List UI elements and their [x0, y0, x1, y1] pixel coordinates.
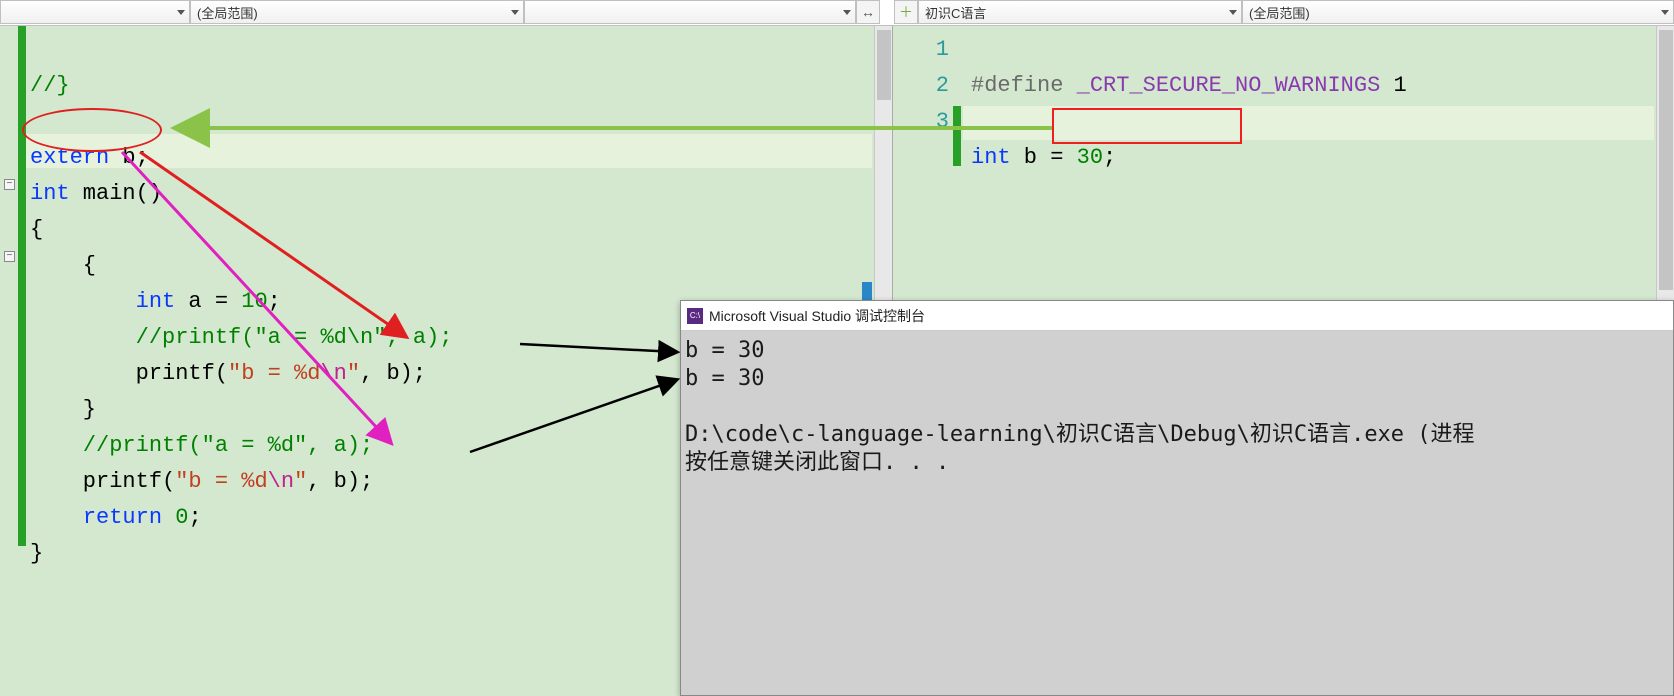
directive: #define: [971, 73, 1077, 98]
indicator-margin: [0, 26, 18, 696]
toolbar: (全局范围) ↔ ＋ 初识C语言 (全局范围): [0, 0, 1674, 26]
line-numbers: 1 2 3: [893, 32, 949, 140]
comment: //printf("a = %d\n", a);: [136, 325, 453, 350]
code-text: [30, 325, 136, 350]
chevron-down-icon: [511, 10, 519, 15]
line-number: 1: [936, 37, 949, 62]
code-text: main(): [70, 181, 162, 206]
code-line: {: [30, 217, 43, 242]
string: "b = %d: [228, 361, 320, 386]
number: 10: [241, 289, 267, 314]
scope-dropdown-1[interactable]: [0, 0, 190, 24]
keyword: int: [136, 289, 176, 314]
dropdown-label: (全局范围): [197, 3, 258, 22]
code-text: ;: [1103, 145, 1116, 170]
code-text: b;: [109, 145, 149, 170]
code-text: [30, 289, 136, 314]
line-number: 2: [936, 73, 949, 98]
split-editor-icon[interactable]: ↔: [856, 0, 880, 24]
scope-dropdown-2[interactable]: (全局范围): [190, 0, 524, 24]
code-text: ;: [268, 289, 281, 314]
console-line: 按任意键关闭此窗口. . .: [685, 450, 949, 475]
escape: \n: [320, 361, 346, 386]
fold-toggle-icon[interactable]: −: [4, 179, 15, 190]
console-line: D:\code\c-language-learning\初识C语言\Debug\…: [685, 422, 1475, 447]
scrollbar-thumb[interactable]: [877, 30, 891, 100]
code-content: //} extern b; int main() { { int a = 10;…: [30, 32, 452, 608]
dropdown-label: 初识C语言: [925, 3, 986, 22]
code-text: b =: [1011, 145, 1077, 170]
code-line: //}: [30, 73, 70, 98]
code-text: a =: [175, 289, 241, 314]
project-dropdown[interactable]: 初识C语言: [918, 0, 1242, 24]
macro: _CRT_SECURE_NO_WARNINGS: [1077, 73, 1381, 98]
string: ": [347, 361, 360, 386]
console-line: b = 30: [685, 338, 764, 363]
console-output: b = 30 b = 30 D:\code\c-language-learnin…: [681, 331, 1673, 483]
vs-console-icon: C:\: [687, 308, 703, 324]
chevron-down-icon: [1661, 10, 1669, 15]
console-titlebar[interactable]: C:\ Microsoft Visual Studio 调试控制台: [681, 301, 1673, 331]
console-title: Microsoft Visual Studio 调试控制台: [709, 306, 925, 326]
keyword: return: [83, 505, 162, 530]
member-dropdown[interactable]: [524, 0, 856, 24]
code-line: }: [30, 397, 96, 422]
console-line: b = 30: [685, 366, 764, 391]
change-marker: [18, 26, 26, 546]
code-text: [162, 505, 175, 530]
code-content: #define _CRT_SECURE_NO_WARNINGS 1 int b …: [971, 32, 1407, 212]
code-text: , b);: [307, 469, 373, 494]
code-text: [30, 433, 83, 458]
change-marker: [953, 106, 961, 166]
keyword: extern: [30, 145, 109, 170]
line-number: 3: [936, 109, 949, 134]
comment: //printf("a = %d", a);: [83, 433, 373, 458]
escape: \n: [268, 469, 294, 494]
keyword: int: [971, 145, 1011, 170]
code-line: }: [30, 541, 43, 566]
code-text: printf(: [30, 469, 175, 494]
code-text: , b);: [360, 361, 426, 386]
code-text: 1: [1380, 73, 1406, 98]
string: "b = %d: [175, 469, 267, 494]
chevron-down-icon: [177, 10, 185, 15]
chevron-down-icon: [843, 10, 851, 15]
fold-toggle-icon[interactable]: −: [4, 251, 15, 262]
number: 0: [175, 505, 188, 530]
keyword: int: [30, 181, 70, 206]
debug-console-window[interactable]: C:\ Microsoft Visual Studio 调试控制台 b = 30…: [680, 300, 1674, 696]
code-text: ;: [188, 505, 201, 530]
new-item-icon[interactable]: ＋: [894, 0, 918, 24]
scrollbar-thumb[interactable]: [1659, 30, 1673, 290]
code-text: printf(: [30, 361, 228, 386]
code-line: {: [30, 253, 96, 278]
number: 30: [1077, 145, 1103, 170]
string: ": [294, 469, 307, 494]
scope-dropdown-right[interactable]: (全局范围): [1242, 0, 1674, 24]
chevron-down-icon: [1229, 10, 1237, 15]
code-text: [30, 505, 83, 530]
dropdown-label: (全局范围): [1249, 3, 1310, 22]
